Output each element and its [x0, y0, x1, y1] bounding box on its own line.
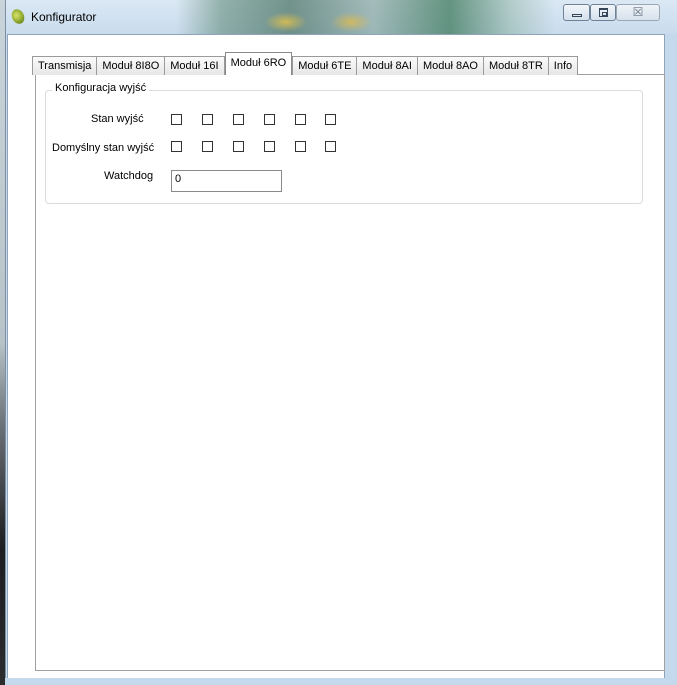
tab-transmisja[interactable]: Transmisja [32, 56, 98, 75]
output-state-checkbox-2[interactable] [202, 114, 213, 125]
output-state-checkbox-3[interactable] [233, 114, 244, 125]
default-state-checkbox-6[interactable] [325, 141, 336, 152]
minimize-button[interactable] [563, 4, 590, 21]
output-state-checkbox-5[interactable] [295, 114, 306, 125]
default-state-checkbox-4[interactable] [264, 141, 275, 152]
output-state-checkbox-6[interactable] [325, 114, 336, 125]
app-icon [10, 7, 26, 26]
tab-modul-6ro[interactable]: Moduł 6RO [224, 52, 293, 75]
output-state-checkbox-4[interactable] [264, 114, 275, 125]
tab-modul-8ao[interactable]: Moduł 8AO [416, 56, 484, 75]
tab-modul-8i8o[interactable]: Moduł 8I8O [96, 56, 166, 75]
minimize-icon [572, 14, 582, 17]
maximize-button[interactable] [590, 4, 616, 21]
group-title: Konfiguracja wyjść [52, 82, 150, 94]
default-state-label: Domyślny stan wyjść [52, 142, 155, 154]
window-bottom-border [5, 678, 677, 685]
tab-info[interactable]: Info [547, 56, 579, 75]
outputs-state-label: Stan wyjść [91, 113, 144, 125]
watchdog-input[interactable]: 0 [171, 170, 282, 192]
output-state-checkbox-1[interactable] [171, 114, 182, 125]
maximize-icon [599, 8, 608, 17]
window-title: Konfigurator [31, 10, 97, 24]
default-state-checkbox-1[interactable] [171, 141, 182, 152]
default-state-checkbox-2[interactable] [202, 141, 213, 152]
tab-strip: Transmisja Moduł 8I8O Moduł 16I Moduł 6R… [32, 52, 579, 75]
close-button[interactable]: ☒ [616, 4, 660, 21]
title-bar[interactable]: Konfigurator ☒ [6, 0, 677, 34]
close-icon: ☒ [632, 5, 644, 19]
watchdog-label: Watchdog [104, 170, 154, 182]
default-state-checkbox-5[interactable] [295, 141, 306, 152]
tab-modul-8ai[interactable]: Moduł 8AI [356, 56, 418, 75]
title-bar-decoration [176, 0, 556, 34]
tab-modul-8tr[interactable]: Moduł 8TR [482, 56, 549, 75]
tab-modul-6te[interactable]: Moduł 6TE [292, 56, 358, 75]
tab-modul-16i[interactable]: Moduł 16I [164, 56, 225, 75]
default-state-checkbox-3[interactable] [233, 141, 244, 152]
